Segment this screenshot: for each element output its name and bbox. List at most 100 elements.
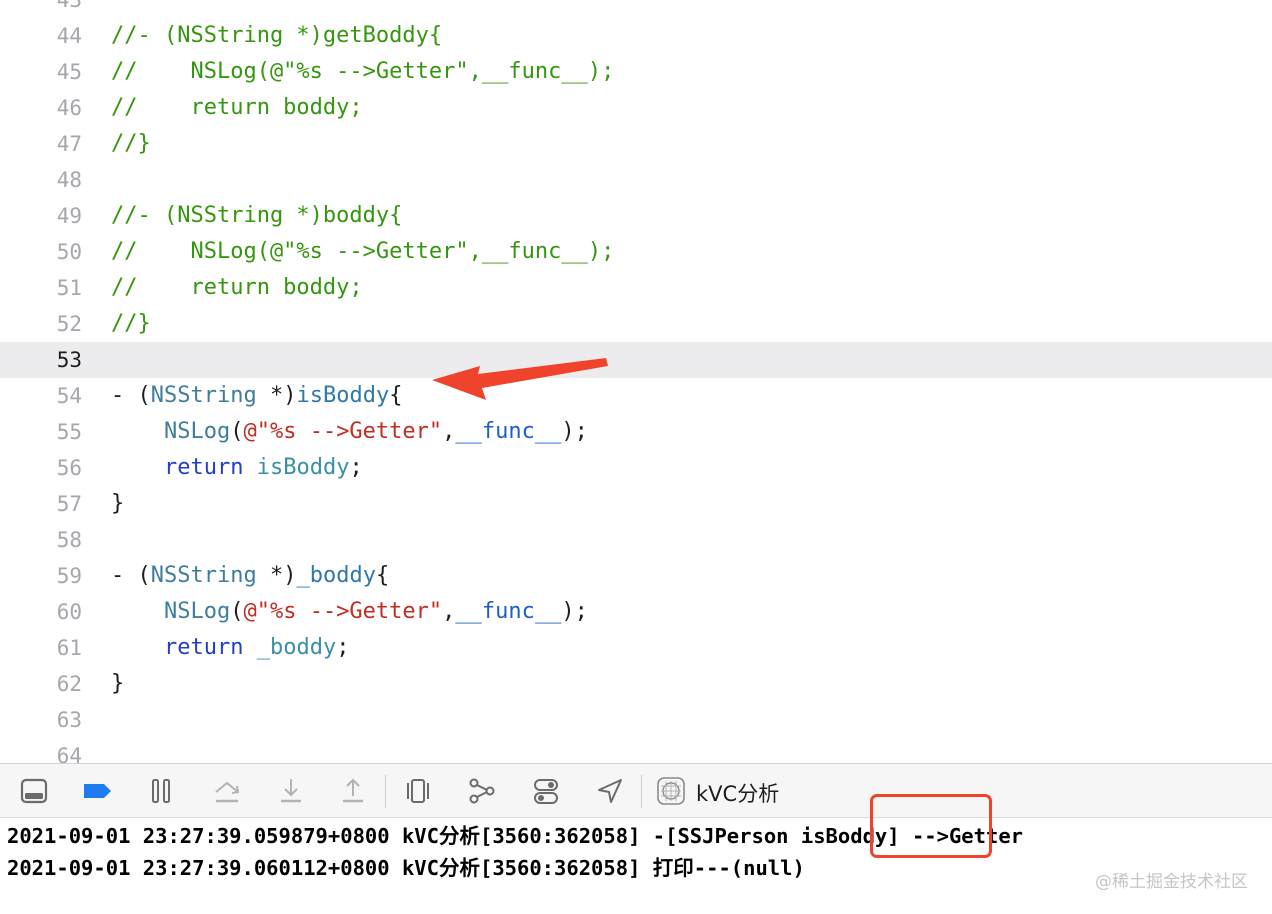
line-number: 49	[56, 204, 82, 228]
code-token: __func__	[455, 419, 562, 444]
debug-toolbar: kVC分析	[0, 763, 1272, 818]
code-editor[interactable]: 43 44 //- (NSString *)getBoddy{ 45 // NSLog(…	[0, 0, 1272, 763]
code-token: {	[389, 383, 403, 408]
code-text: return _boddy;	[111, 630, 349, 666]
code-text: }	[111, 486, 124, 522]
code-line[interactable]: 56 return isBoddy;	[0, 450, 1272, 486]
code-token: - (	[111, 563, 151, 588]
target-label[interactable]: kVC分析	[696, 778, 779, 808]
hide-debug-area-icon[interactable]	[19, 776, 49, 806]
code-token: ,	[442, 419, 456, 444]
code-line[interactable]: 55 NSLog(@"%s -->Getter",__func__);	[0, 414, 1272, 450]
code-line[interactable]: 58	[0, 522, 1272, 558]
code-line[interactable]: 54 - (NSString *)isBoddy{	[0, 378, 1272, 414]
line-number: 61	[56, 636, 82, 660]
code-line[interactable]: 50 // NSLog(@"%s -->Getter",__func__);	[0, 234, 1272, 270]
code-line[interactable]: 47 //}	[0, 126, 1272, 162]
code-text: // NSLog(@"%s -->Getter",__func__);	[111, 234, 614, 270]
code-text: // return boddy;	[111, 90, 363, 126]
view-hierarchy-icon[interactable]	[403, 776, 433, 806]
xcode-window: 43 44 //- (NSString *)getBoddy{ 45 // NSLog(…	[0, 0, 1272, 914]
line-number: 44	[56, 24, 82, 48]
line-number: 48	[56, 168, 82, 192]
code-token: ;	[336, 635, 350, 660]
code-text: //- (NSString *)boddy{	[111, 198, 402, 234]
code-text: - (NSString *)_boddy{	[111, 558, 389, 594]
code-line[interactable]: 61 return _boddy;	[0, 630, 1272, 666]
code-line[interactable]: 64	[0, 738, 1272, 763]
code-line[interactable]: 51 // return boddy;	[0, 270, 1272, 306]
code-token: //- (NSString *)boddy{	[111, 203, 403, 228]
code-token: }	[111, 491, 125, 516]
annotation-highlight-box	[870, 794, 992, 858]
code-line[interactable]: 60 NSLog(@"%s -->Getter",__func__);	[0, 594, 1272, 630]
code-token: // NSLog(@"%s -->Getter",__func__);	[111, 239, 615, 264]
code-token: *)	[256, 383, 297, 408]
code-text: //- (NSString *)getBoddy{	[111, 18, 442, 54]
code-line[interactable]: 63	[0, 702, 1272, 738]
environment-overrides-icon[interactable]	[531, 776, 561, 806]
console-output[interactable]: 2021-09-01 23:27:39.059879+0800 kVC分析[35…	[0, 818, 1272, 914]
code-token: _boddy	[296, 563, 376, 588]
code-line[interactable]: 59 - (NSString *)_boddy{	[0, 558, 1272, 594]
code-line[interactable]: 57}	[0, 486, 1272, 522]
step-into-icon[interactable]	[276, 776, 306, 806]
line-number: 47	[56, 132, 82, 156]
code-line[interactable]: 45 // NSLog(@"%s -->Getter",__func__);	[0, 54, 1272, 90]
code-token: (	[230, 599, 244, 624]
line-number: 51	[56, 276, 82, 300]
line-number: 64	[56, 744, 82, 763]
step-out-icon[interactable]	[338, 776, 368, 806]
code-text: NSLog(@"%s -->Getter",__func__);	[111, 594, 588, 630]
app-target-icon[interactable]	[656, 776, 686, 806]
code-text: // return boddy;	[111, 270, 363, 306]
code-line[interactable]: 53	[0, 342, 1272, 378]
watermark: @稀土掘金技术社区	[1095, 872, 1248, 892]
breakpoints-toggle-icon[interactable]	[82, 776, 112, 806]
line-number: 46	[56, 96, 82, 120]
pause-icon[interactable]	[146, 776, 176, 806]
code-token: // NSLog(@"%s -->Getter",__func__);	[111, 59, 615, 84]
code-text: //}	[111, 126, 151, 162]
line-number: 45	[56, 60, 82, 84]
code-text: NSLog(@"%s -->Getter",__func__);	[111, 414, 588, 450]
line-number: 63	[56, 708, 82, 732]
code-line[interactable]: 43	[0, 0, 1272, 18]
line-number: 55	[56, 420, 82, 444]
line-number: 57	[56, 492, 82, 516]
step-over-icon[interactable]	[212, 776, 242, 806]
code-line[interactable]: 48	[0, 162, 1272, 198]
toolbar-separator	[641, 775, 642, 808]
code-token: NSLog	[163, 599, 231, 624]
code-line[interactable]: 46 // return boddy;	[0, 90, 1272, 126]
code-token: @"%s -->Getter"	[243, 599, 443, 624]
code-token: NSString	[150, 563, 257, 588]
line-number: 54	[56, 384, 82, 408]
code-token: *)	[256, 563, 297, 588]
code-line[interactable]: 52 //}	[0, 306, 1272, 342]
code-text: }	[111, 666, 124, 702]
line-number: 62	[56, 672, 82, 696]
annotation-arrow	[432, 358, 608, 400]
code-token: {	[375, 563, 390, 588]
memory-graph-icon[interactable]	[467, 776, 497, 806]
code-token: //- (NSString *)getBoddy{	[111, 23, 443, 48]
code-token: __func__	[455, 599, 562, 624]
code-token: isBoddy	[296, 383, 390, 408]
code-token: - (	[111, 383, 151, 408]
code-line[interactable]: 62}	[0, 666, 1272, 702]
simulate-location-icon[interactable]	[595, 776, 625, 806]
code-line[interactable]: 49 //- (NSString *)boddy{	[0, 198, 1272, 234]
code-token: ,	[442, 599, 456, 624]
code-token: _boddy	[256, 635, 337, 660]
code-token: }	[111, 671, 125, 696]
code-token: NSLog	[163, 419, 231, 444]
code-token: return	[163, 635, 244, 660]
line-number: 43	[56, 0, 82, 12]
code-line[interactable]: 44 //- (NSString *)getBoddy{	[0, 18, 1272, 54]
toolbar-separator	[385, 775, 386, 808]
